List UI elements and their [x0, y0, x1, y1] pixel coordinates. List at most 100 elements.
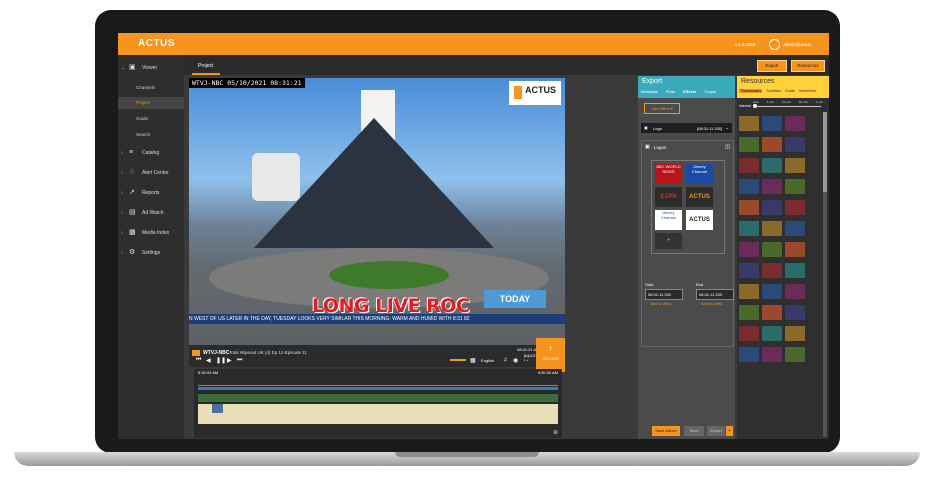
sidebar-item-search[interactable]: Search [136, 129, 184, 141]
scrollbar-thumb[interactable] [823, 112, 827, 192]
sidebar-item-catalog[interactable]: › ≡ Catalog [118, 146, 184, 160]
selected-effect-row[interactable]: ▣ Logo [08:31:11.330] ⌄ [641, 123, 732, 133]
tab-thumbnails[interactable]: Thumbnails [739, 89, 763, 93]
thumbnail-tile[interactable] [762, 347, 782, 362]
logo-tile-disney-2[interactable]: Disney Channel [655, 210, 682, 230]
sidebar-item-project[interactable]: Project [118, 97, 184, 109]
timeline-track-clips[interactable] [198, 404, 558, 424]
thumbnail-tile[interactable] [785, 284, 805, 299]
thumbnail-tile[interactable] [762, 263, 782, 278]
sidebar-item-guide[interactable]: Guide [136, 113, 184, 125]
thumbnail-tile[interactable] [762, 137, 782, 152]
thumbnail-tile[interactable] [762, 179, 782, 194]
thumbnail-tile[interactable] [739, 116, 759, 131]
thumbnail-tile[interactable] [762, 284, 782, 299]
skip-forward-icon[interactable]: ⏭ [237, 357, 242, 364]
thumbnail-tile[interactable] [785, 305, 805, 320]
logo-tile-espn[interactable]: ESPN [655, 187, 682, 207]
timeline[interactable]: 8:30:00 AM 9:00:00 AM ⊕ [194, 369, 562, 438]
user-menu[interactable]: admin@actus [769, 39, 811, 50]
volume-slider[interactable] [450, 359, 466, 361]
logo-tile-actus-2[interactable]: ACTUS [686, 210, 713, 230]
thumbnail-tile[interactable] [739, 347, 759, 362]
thumbnail-tile[interactable] [739, 137, 759, 152]
sidebar-item-channels[interactable]: Channels [136, 82, 184, 94]
step-back-icon[interactable]: ◀ [206, 357, 211, 364]
logo-tile-disney[interactable]: Disney Channel [686, 164, 713, 184]
thumbnail-tile[interactable] [785, 179, 805, 194]
interval-slider[interactable] [755, 106, 821, 107]
end-field[interactable]: 08:31:11.330 [696, 289, 734, 300]
sidebar-item-viewer[interactable]: ⌄ ▣ Viewer [118, 61, 184, 75]
sidebar-item-alert-center[interactable]: › ♢ Alert Center [118, 166, 184, 180]
end-save-to-video-link[interactable]: Save to video [701, 302, 722, 306]
thumbnail-tile[interactable] [739, 221, 759, 236]
skip-back-icon[interactable]: ⏮ [196, 357, 201, 364]
speaker-icon[interactable]: ♫ [503, 357, 508, 363]
thumbnail-tile[interactable] [785, 242, 805, 257]
add-effect-button[interactable]: Add Effect ▾ [644, 103, 680, 114]
fullscreen-icon[interactable]: ⛶ [524, 357, 528, 364]
thumbnail-tile[interactable] [785, 137, 805, 152]
zoom-in-icon[interactable]: ⊕ [553, 429, 558, 436]
tab-effects[interactable]: Effects [683, 89, 696, 94]
tab-project[interactable]: Project [192, 59, 220, 75]
tab-metadata[interactable]: Metadata [641, 89, 658, 94]
timeline-progress-track[interactable] [198, 387, 558, 390]
thumbnail-tile[interactable] [739, 263, 759, 278]
language-selector[interactable]: English [481, 358, 494, 363]
thumbnail-tile[interactable] [785, 158, 805, 173]
save-button[interactable]: Save [684, 426, 704, 436]
step-forward-icon[interactable]: ▶ [227, 357, 232, 364]
sidebar-item-settings[interactable]: › ⚙ Settings [118, 246, 184, 260]
thumbnail-tile[interactable] [739, 326, 759, 341]
sidebar-item-ad-watch[interactable]: › ▤ Ad Watch [118, 206, 184, 220]
delete-icon[interactable]: ◫ [725, 144, 730, 150]
thumbnail-tile[interactable] [785, 347, 805, 362]
thumbnail-tile[interactable] [785, 116, 805, 131]
thumbnail-tile[interactable] [762, 242, 782, 257]
thumbnail-tile[interactable] [762, 221, 782, 236]
add-logo-tile[interactable]: + [655, 233, 682, 249]
thumbnail-tile[interactable] [739, 200, 759, 215]
export-menu-button[interactable]: + [726, 426, 733, 436]
camera-icon[interactable]: ◉ [513, 357, 518, 364]
tab-guide[interactable]: Guide [785, 89, 795, 93]
chevron-right-icon: › [121, 170, 123, 176]
timeline-clip-thumb[interactable] [212, 404, 223, 413]
thumbnail-tile[interactable] [762, 305, 782, 320]
go-live-button[interactable]: ↑ GO LIVE [536, 338, 565, 372]
tab-output[interactable]: Output [704, 89, 716, 94]
tab-parts[interactable]: Parts [666, 89, 675, 94]
resources-button[interactable]: Resources [791, 60, 825, 72]
thumbnail-tile[interactable] [762, 200, 782, 215]
logo-tile-bbc[interactable]: BBC WORLD NEWS [655, 164, 682, 184]
tab-subtitles[interactable]: Subtitles [766, 89, 781, 93]
thumbnail-tile[interactable] [739, 305, 759, 320]
thumbnail-tile[interactable] [739, 242, 759, 257]
tab-waveform[interactable]: Waveform [799, 89, 816, 93]
logo-tile-actus[interactable]: ACTUS [686, 187, 713, 207]
thumbnail-tile[interactable] [762, 326, 782, 341]
sidebar-item-media-index[interactable]: › ▩ Media Index [118, 226, 184, 240]
thumbnail-tile[interactable] [785, 221, 805, 236]
sidebar-item-reports[interactable]: › ↗ Reports [118, 186, 184, 200]
thumbnail-tile[interactable] [785, 326, 805, 341]
export-button[interactable]: Export [757, 60, 787, 72]
app-logo[interactable]: ACTUS [138, 38, 175, 49]
interval-slider-handle[interactable] [753, 104, 757, 108]
save-advert-button[interactable]: Save Advert [652, 426, 680, 436]
thumbnail-tile[interactable] [785, 263, 805, 278]
thumbnail-tile[interactable] [785, 200, 805, 215]
thumbnail-tile[interactable] [739, 284, 759, 299]
grid-icon[interactable]: ▦ [470, 357, 476, 364]
video-player[interactable]: WTVJ-NBC 05/10/2021 08:31:21 ACTUS LONG … [189, 78, 565, 345]
thumbnail-tile[interactable] [762, 116, 782, 131]
export-action-button[interactable]: Export [707, 426, 725, 436]
start-field[interactable]: 08:31:11.330 [645, 289, 683, 300]
pause-icon[interactable]: ❚❚ [216, 357, 226, 364]
start-save-to-video-link[interactable]: Save to video [650, 302, 671, 306]
thumbnail-tile[interactable] [739, 158, 759, 173]
thumbnail-tile[interactable] [739, 179, 759, 194]
thumbnail-tile[interactable] [762, 158, 782, 173]
